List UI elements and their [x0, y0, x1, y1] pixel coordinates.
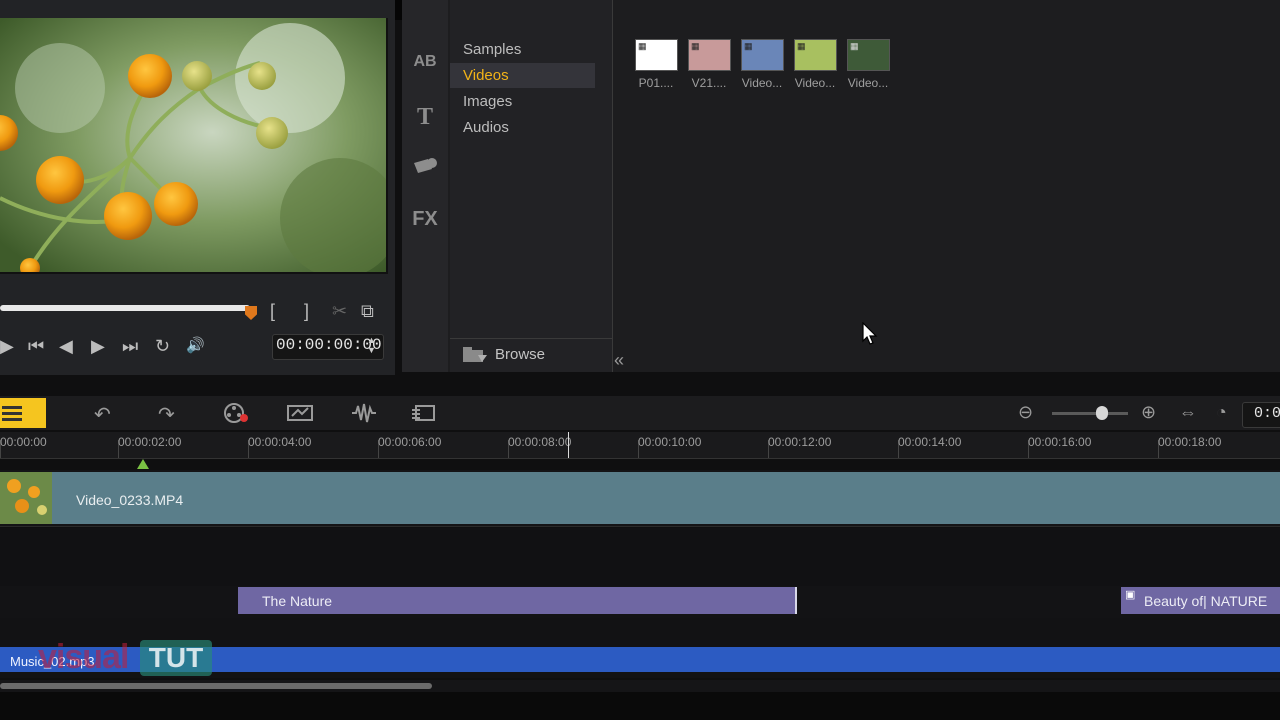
thumbnail-label: P01.... — [638, 76, 674, 90]
undo-icon[interactable]: ↶ — [94, 402, 111, 427]
end-icon[interactable]: ⏭ — [122, 335, 138, 357]
video-clip[interactable] — [52, 472, 1280, 524]
sound-mixer-icon[interactable] — [350, 402, 378, 430]
storyboard-view-button[interactable] — [0, 398, 46, 428]
record-capture-icon[interactable] — [222, 402, 250, 430]
redo-icon[interactable]: ↷ — [158, 402, 175, 427]
video-type-icon: ▦ — [744, 41, 753, 51]
video-clip-thumbnail — [0, 472, 52, 524]
motion-tracking-icon[interactable] — [410, 402, 438, 430]
video-type-icon: ▦ — [850, 41, 859, 51]
volume-icon[interactable]: 🔊 — [186, 335, 205, 357]
ruler-label: 00:00:18:00 — [1158, 435, 1222, 449]
nav-item-samples[interactable]: Samples — [450, 37, 595, 62]
zoom-in-icon[interactable]: ⊕ — [1141, 402, 1156, 423]
project-timecode-value: 0:0 — [1254, 405, 1280, 422]
mouse-cursor-icon — [862, 321, 878, 351]
title-clip-label: Beauty of| NATURE — [1144, 593, 1268, 609]
title-clip-label: The Nature — [262, 593, 333, 609]
nav-item-audios[interactable]: Audios — [450, 115, 595, 140]
thumbnail-label: Video... — [847, 76, 889, 90]
video-clip-label: Video_0233.MP4 — [76, 492, 184, 508]
thumbnail-label: Video... — [741, 76, 783, 90]
ruler-label: 00:00:14:00 — [898, 435, 962, 449]
split-clip-icon[interactable]: ✂ — [332, 300, 347, 322]
ruler-label: 00:00:08:00 — [508, 435, 572, 449]
ruler-label: 00:00:12:00 — [768, 435, 832, 449]
video-type-icon: ▦ — [797, 41, 806, 51]
next-frame-icon[interactable]: ▶ — [91, 335, 105, 357]
preview-image — [0, 18, 388, 274]
mark-in-button[interactable]: [ — [270, 300, 275, 322]
flower-preview-image — [0, 18, 386, 272]
previous-frame-icon[interactable]: ◀ — [59, 335, 73, 357]
bottom-band — [0, 692, 1280, 720]
collapse-library-icon[interactable]: « — [614, 350, 624, 371]
thumbnail-label: V21.... — [691, 76, 727, 90]
ruler-label: 00:00:16:00 — [1028, 435, 1092, 449]
list-icon — [2, 406, 22, 421]
playhead[interactable] — [568, 432, 569, 458]
browse-label: Browse — [495, 346, 546, 363]
nav-item-images[interactable]: Images — [450, 89, 595, 114]
scrubber-track[interactable] — [0, 305, 250, 311]
filter-icon[interactable]: FX — [402, 208, 448, 231]
ruler-label: 00:00:02:00 — [118, 435, 182, 449]
zoom-slider-handle[interactable] — [1096, 406, 1108, 420]
timecode-stepper-icon[interactable]: ▲ ▼ — [367, 335, 376, 355]
ruler-label: 00:00:00 — [0, 435, 47, 449]
ruler-label: 00:00:06:00 — [378, 435, 442, 449]
thumbnail-label: Video... — [794, 76, 836, 90]
title-icon[interactable]: T — [402, 104, 448, 131]
video-type-icon: ▦ — [638, 41, 647, 51]
play-icon[interactable]: ▶ — [0, 335, 14, 357]
mark-out-button[interactable]: ] — [304, 300, 309, 322]
watermark-logo: visual — [38, 638, 129, 676]
graphics-icon[interactable] — [402, 155, 448, 183]
repeat-icon[interactable]: ↻ — [155, 335, 170, 357]
home-icon[interactable]: ⏮ — [28, 335, 44, 357]
copy-clip-icon[interactable]: ⧉ — [361, 300, 374, 322]
project-duration-icon[interactable]: ◔ — [1216, 402, 1227, 423]
auto-movie-icon[interactable] — [286, 402, 314, 430]
title-clip-icon: ▣ — [1125, 589, 1136, 601]
overlay-track — [0, 528, 1280, 587]
timecode-value: 00:00:00:00 — [276, 336, 382, 354]
watermark-logo-tut: TUT — [140, 640, 212, 676]
zoom-slider[interactable] — [1052, 412, 1128, 415]
zoom-out-icon[interactable]: ⊖ — [1018, 402, 1033, 423]
fit-project-icon[interactable]: ⇔ — [1179, 402, 1197, 423]
transition-icon[interactable]: AB — [402, 53, 448, 71]
ruler-label: 00:00:10:00 — [638, 435, 702, 449]
browse-icon — [462, 345, 488, 370]
ruler-label: 00:00:04:00 — [248, 435, 312, 449]
nav-item-videos[interactable]: Videos — [450, 63, 595, 88]
video-type-icon: ▦ — [691, 41, 700, 51]
timeline-scrollbar-thumb[interactable] — [0, 683, 432, 689]
timeline-marker[interactable] — [137, 459, 149, 469]
